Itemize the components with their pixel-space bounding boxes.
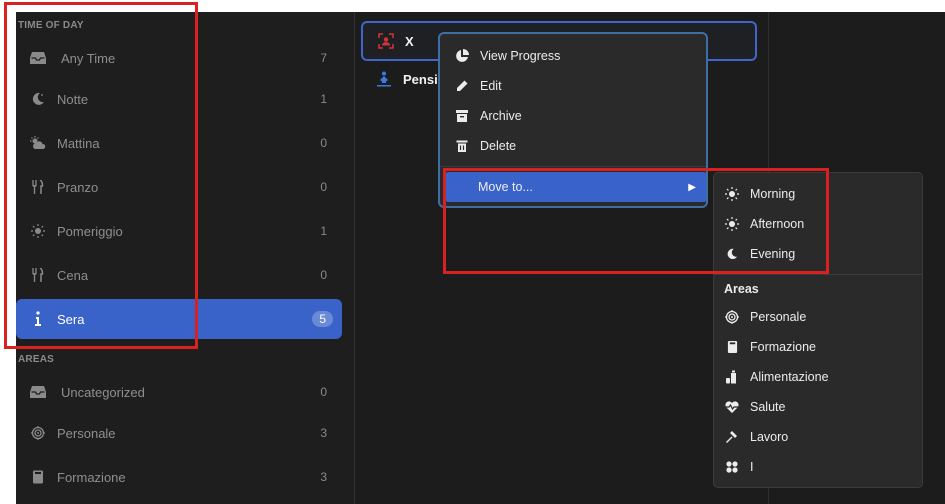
menu-item-delete[interactable]: Delete	[446, 131, 706, 161]
habit-label: X	[405, 33, 414, 49]
sidebar-item-count: 0	[320, 385, 327, 399]
sidebar-item-mattina[interactable]: Mattina 0	[16, 123, 342, 163]
sidebar-item-count: 1	[320, 92, 327, 106]
sidebar-item-label: Personale	[57, 425, 116, 441]
menu-item-move-to[interactable]: Move to... ▶	[446, 172, 706, 202]
sidebar-item-label: Cena	[57, 267, 89, 283]
user-scan-icon	[376, 31, 396, 51]
areas-heading: AREAS	[18, 354, 55, 365]
menu-item-label: View Progress	[480, 49, 561, 63]
info-icon	[28, 309, 48, 329]
sidebar-item-label: Any Time	[61, 50, 116, 66]
sun-icon	[28, 221, 48, 241]
menu-item-label: Archive	[480, 109, 522, 123]
context-menu: View Progress Edit Archive Delete Move t…	[438, 32, 708, 208]
hammer-icon	[724, 429, 740, 445]
moon-icon	[28, 89, 48, 109]
submenu-item-label: Lavoro	[750, 430, 789, 444]
book-icon	[28, 467, 48, 487]
bottle-icon	[724, 369, 740, 385]
target-icon	[724, 309, 740, 325]
moon-icon	[724, 246, 740, 262]
sidebar-item-label: Notte	[57, 91, 89, 107]
menu-divider	[440, 166, 706, 167]
menu-item-archive[interactable]: Archive	[446, 101, 706, 131]
meditation-icon	[374, 69, 394, 89]
trash-icon	[454, 138, 470, 154]
submenu-item-formazione[interactable]: Formazione	[718, 332, 918, 362]
sidebar-item-label: Sera	[57, 311, 85, 327]
menu-item-view-progress[interactable]: View Progress	[446, 41, 706, 71]
sidebar-item-cena[interactable]: Cena 0	[16, 255, 342, 295]
sidebar-item-count: 0	[320, 268, 327, 282]
inbox-icon	[28, 382, 48, 402]
clover-icon	[724, 459, 740, 475]
move-to-submenu: Morning Afternoon Evening Areas Personal…	[713, 172, 923, 488]
menu-item-edit[interactable]: Edit	[446, 71, 706, 101]
submenu-item-alimentazione[interactable]: Alimentazione	[718, 362, 918, 392]
menu-item-label: Delete	[480, 139, 517, 153]
sidebar-item-count-badge: 5	[312, 311, 333, 327]
sidebar-item-count: 3	[320, 470, 327, 484]
chevron-right-icon: ▶	[688, 181, 696, 193]
submenu-item-label: Afternoon	[750, 217, 805, 231]
sidebar: TIME OF DAY Any Time 7 Notte 1 Mattina 0…	[16, 12, 354, 504]
time-of-day-heading: TIME OF DAY	[18, 20, 84, 31]
sidebar-item-label: Mattina	[57, 135, 100, 151]
sidebar-item-any-time[interactable]: Any Time 7	[16, 38, 342, 78]
sidebar-item-count: 7	[320, 51, 327, 65]
sidebar-item-formazione[interactable]: Formazione 3	[16, 457, 342, 497]
sidebar-item-label: Uncategorized	[61, 384, 145, 400]
utensils-icon	[28, 177, 48, 197]
submenu-item-label: Evening	[750, 247, 796, 261]
submenu-item-evening[interactable]: Evening	[718, 239, 918, 269]
sun-icon	[724, 216, 740, 232]
submenu-item-label: Formazione	[750, 340, 816, 354]
sidebar-item-pomeriggio[interactable]: Pomeriggio 1	[16, 211, 342, 251]
pencil-icon	[454, 78, 470, 94]
heart-pulse-icon	[724, 399, 740, 415]
submenu-divider	[714, 274, 922, 275]
archive-icon	[454, 108, 470, 124]
submenu-item-label: Alimentazione	[750, 370, 829, 384]
sidebar-item-label: Formazione	[57, 469, 126, 485]
utensils-icon	[28, 265, 48, 285]
submenu-item-label: Morning	[750, 187, 796, 201]
sidebar-item-notte[interactable]: Notte 1	[16, 79, 342, 119]
inbox-icon	[28, 48, 48, 68]
sun-icon	[724, 186, 740, 202]
sun-cloud-icon	[28, 133, 48, 153]
sidebar-item-label: Pranzo	[57, 179, 99, 195]
target-icon	[28, 423, 48, 443]
book-icon	[724, 339, 740, 355]
submenu-item-label: Salute	[750, 400, 786, 414]
submenu-areas-heading: Areas	[724, 282, 759, 296]
sidebar-item-count: 0	[320, 180, 327, 194]
pie-chart-icon	[454, 48, 470, 64]
habit-label: Pensi	[403, 71, 438, 87]
sidebar-item-sera[interactable]: Sera 5	[16, 299, 342, 339]
sidebar-item-personale[interactable]: Personale 3	[16, 413, 342, 453]
submenu-item-lavoro[interactable]: Lavoro	[718, 422, 918, 452]
sidebar-item-pranzo[interactable]: Pranzo 0	[16, 167, 342, 207]
submenu-item-label: I	[750, 460, 754, 474]
submenu-item-salute[interactable]: Salute	[718, 392, 918, 422]
sidebar-item-count: 3	[320, 426, 327, 440]
sidebar-item-label: Pomeriggio	[57, 223, 123, 239]
submenu-item-afternoon[interactable]: Afternoon	[718, 209, 918, 239]
submenu-item-label: Personale	[750, 310, 807, 324]
menu-item-label: Edit	[480, 79, 502, 93]
submenu-item-personale[interactable]: Personale	[718, 302, 918, 332]
sidebar-item-count: 0	[320, 136, 327, 150]
submenu-item-morning[interactable]: Morning	[718, 179, 918, 209]
sidebar-item-uncategorized[interactable]: Uncategorized 0	[16, 372, 342, 412]
sidebar-item-count: 1	[320, 224, 327, 238]
menu-item-label: Move to...	[478, 180, 533, 194]
submenu-item-i[interactable]: I	[718, 452, 918, 482]
